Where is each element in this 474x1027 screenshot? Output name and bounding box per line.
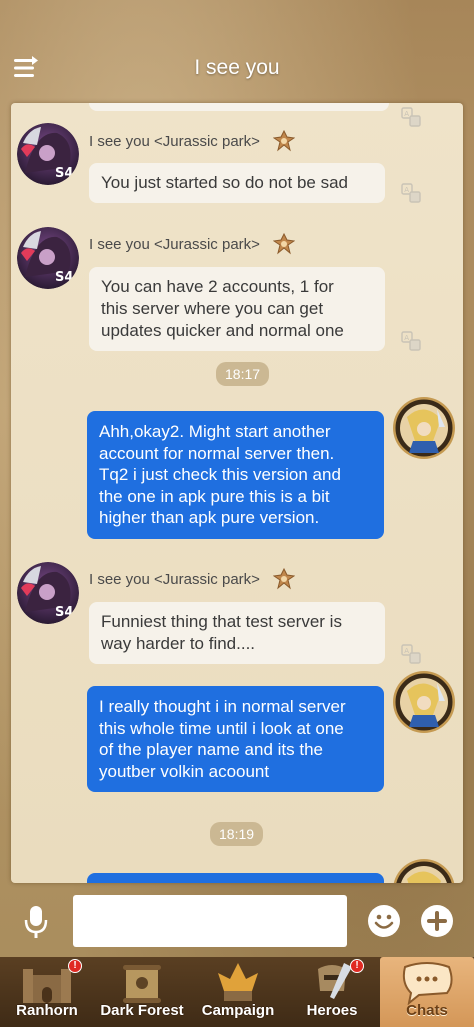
microphone-icon[interactable] (22, 904, 50, 940)
message-text-line: the one in apk pure this is a bit (99, 486, 330, 506)
message-text-line: You can have 2 accounts, 1 for (101, 277, 334, 296)
translate-icon[interactable]: A (401, 107, 421, 127)
nav-label: Chats (406, 1002, 448, 1019)
sender-avatar[interactable]: S4 (17, 227, 79, 289)
scroll-map-icon (123, 965, 161, 1003)
message-bubble-outgoing[interactable]: I really thought i in normal server this… (87, 686, 384, 792)
message-text-line: account for normal server then. (99, 443, 335, 463)
chat-title: I see you (194, 56, 280, 79)
nav-label: Ranhorn (16, 1002, 78, 1019)
sender-avatar[interactable]: S4 (17, 562, 79, 624)
message-bubble[interactable]: Funniest thing that test server is way h… (89, 602, 385, 664)
sender-name: I see you <Jurassic park> (89, 236, 260, 253)
message-text-line: Tq2 i just check this version and (99, 465, 341, 484)
nav-item-campaign[interactable]: Campaign (190, 957, 286, 1027)
bottom-navigation: ! Ranhorn Dark Forest Campaign ! Heroes (0, 957, 474, 1027)
notification-badge: ! (68, 959, 82, 973)
message-bubble-outgoing[interactable]: Ahh,okay2. Might start another account f… (87, 411, 384, 539)
message-bubble[interactable]: You can have 2 accounts, 1 for this serv… (89, 267, 385, 351)
own-avatar[interactable] (393, 397, 455, 459)
nav-item-chats[interactable]: Chats (380, 957, 474, 1027)
message-text-line: Ahh,okay2. Might start another (99, 422, 331, 441)
message-text-line: higher than apk pure version. (99, 508, 320, 527)
sender-name: I see you <Jurassic park> (89, 133, 260, 150)
message-text: You just started so do not be sad (101, 173, 348, 192)
own-avatar[interactable] (393, 859, 455, 883)
campaign-flame-icon (218, 963, 258, 1001)
svg-text:A: A (404, 647, 409, 655)
translate-icon[interactable]: A (401, 331, 421, 351)
message-input[interactable] (73, 895, 347, 947)
message-bubble-outgoing-partial[interactable] (87, 873, 384, 883)
message-text-line: Funniest thing that test server is (101, 612, 342, 631)
guild-crest-icon (272, 567, 296, 590)
emoji-icon[interactable] (367, 904, 401, 938)
svg-text:A: A (404, 110, 409, 118)
nav-label: Heroes (306, 1002, 358, 1019)
nav-item-ranhorn[interactable]: ! Ranhorn (0, 957, 94, 1027)
timestamp-divider: 18:17 (216, 362, 270, 386)
translate-icon[interactable]: A (401, 644, 421, 664)
svg-text:A: A (404, 334, 409, 342)
svg-text:S4: S4 (55, 166, 73, 181)
translate-icon[interactable]: A (401, 183, 421, 203)
nav-item-heroes[interactable]: ! Heroes (286, 957, 378, 1027)
message-bubble[interactable]: You just started so do not be sad (89, 163, 385, 203)
message-text-line: this server where you can get (101, 299, 324, 318)
message-text-line: youtber volkin acoount (99, 761, 270, 781)
message-text-line: of the player name and its the (99, 740, 323, 759)
timestamp-divider: 18:19 (210, 822, 264, 846)
nav-label: Campaign (201, 1002, 275, 1019)
notification-badge: ! (350, 959, 364, 973)
chat-message-list[interactable]: server A S4 I see you <Jurassic park> Yo… (11, 103, 463, 883)
plus-icon[interactable] (420, 904, 454, 938)
message-text-line: this whole time until i look at one (99, 718, 344, 738)
own-avatar[interactable] (393, 671, 455, 733)
guild-crest-icon (272, 232, 296, 255)
sender-name: I see you <Jurassic park> (89, 571, 260, 588)
nav-item-dark-forest[interactable]: Dark Forest (94, 957, 190, 1027)
message-bubble-partial: server (89, 103, 389, 111)
svg-text:A: A (404, 186, 409, 194)
message-text-line: I really thought i in normal server (99, 697, 346, 716)
message-text-line: way harder to find.... (101, 634, 256, 653)
svg-text:S4: S4 (55, 270, 73, 285)
message-text-line: updates quicker and normal one (101, 321, 344, 340)
svg-text:S4: S4 (55, 605, 73, 620)
guild-crest-icon (272, 129, 296, 152)
chat-bubble-icon (402, 962, 453, 1005)
chat-header: I see you (0, 0, 474, 105)
castle-icon (23, 969, 71, 1003)
sender-avatar[interactable]: S4 (17, 123, 79, 185)
nav-label: Dark Forest (100, 1002, 184, 1019)
